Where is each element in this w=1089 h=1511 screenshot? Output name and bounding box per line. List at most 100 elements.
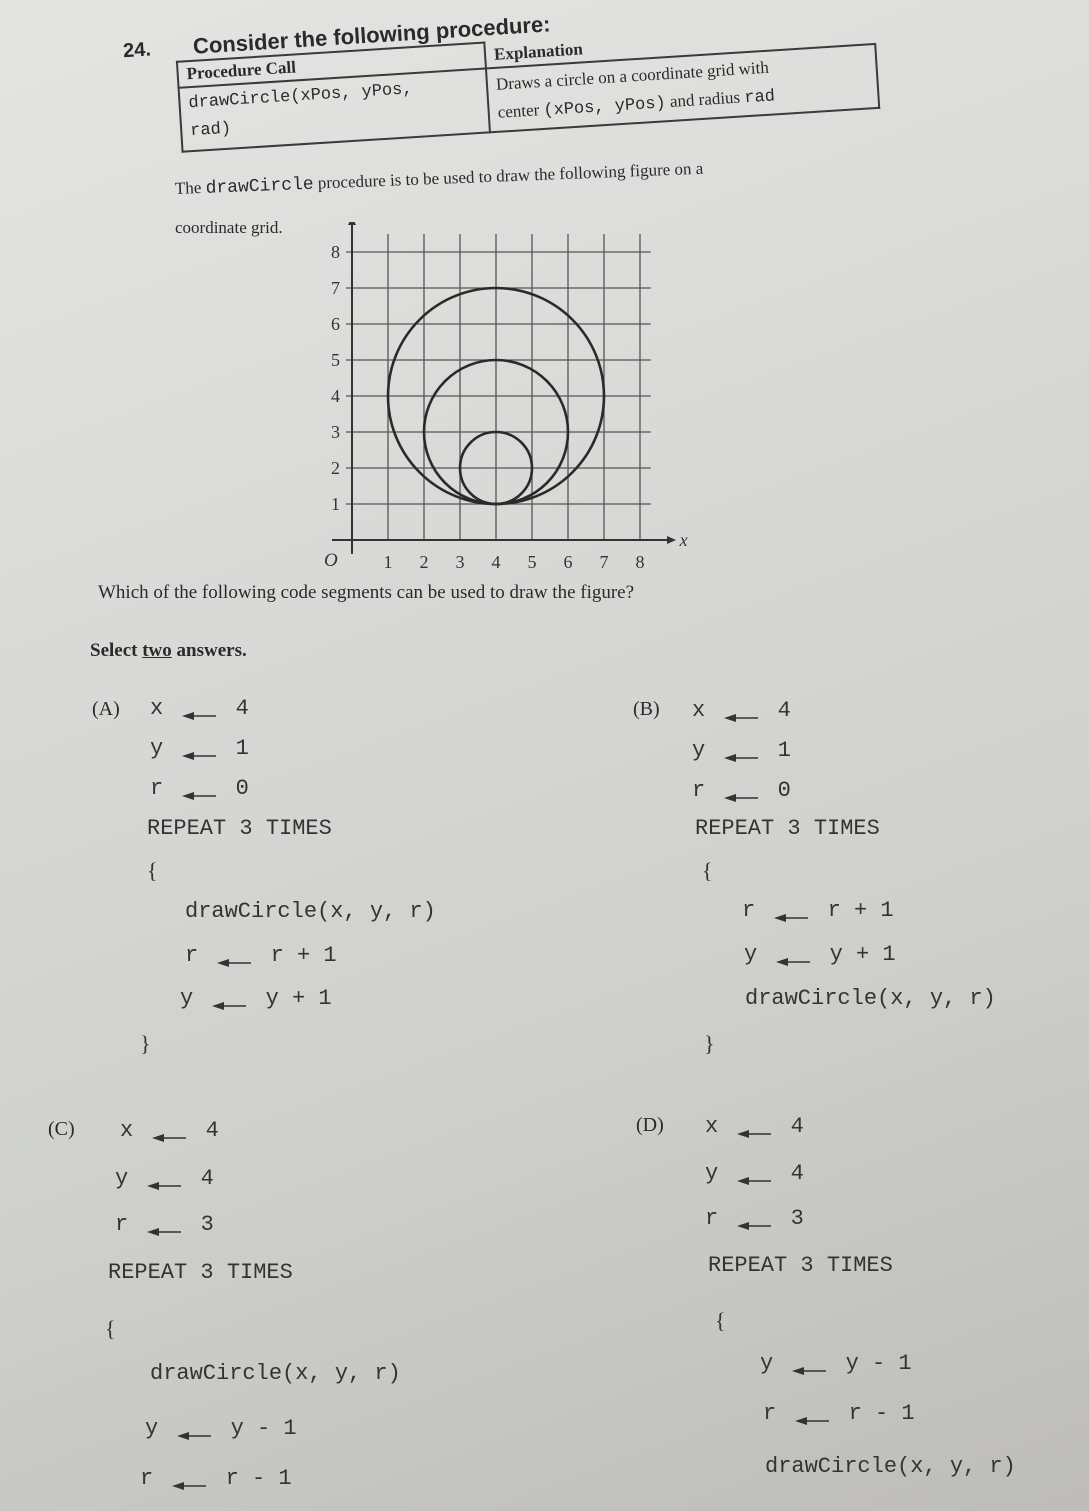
code-line: x 4 xyxy=(705,1114,804,1139)
x-tick-label: 2 xyxy=(420,552,429,572)
coordinate-grid-figure: 1234567812345678Oxy xyxy=(324,222,688,572)
x-axis-arrow-icon xyxy=(667,536,676,544)
assigned-value: 4 xyxy=(790,1161,804,1186)
code-line: REPEAT 3 TIMES xyxy=(108,1260,293,1285)
code-line: { xyxy=(105,1316,116,1341)
variable-name: y xyxy=(760,1351,774,1376)
variable-name: y xyxy=(145,1416,159,1441)
assigned-value: y - 1 xyxy=(230,1416,297,1441)
x-tick-label: 3 xyxy=(456,552,465,572)
assigned-value: 4 xyxy=(777,698,791,723)
x-tick-label: 4 xyxy=(492,552,501,572)
assigned-value: 4 xyxy=(235,696,249,721)
procedure-header: 24. Consider the following procedure: Pr… xyxy=(120,0,899,160)
assign-arrow-icon xyxy=(141,1219,187,1237)
code-line: } xyxy=(140,1031,151,1056)
assigned-value: r - 1 xyxy=(848,1401,915,1426)
intro-code: drawCircle xyxy=(205,174,315,199)
code-line: drawCircle(x, y, r) xyxy=(745,986,996,1011)
code-line: REPEAT 3 TIMES xyxy=(695,816,880,841)
assign-arrow-icon xyxy=(171,1423,217,1441)
assigned-value: r + 1 xyxy=(827,898,894,923)
y-axis-arrow-icon xyxy=(348,222,356,225)
variable-name: x xyxy=(120,1118,134,1143)
assigned-value: 3 xyxy=(790,1206,804,1231)
assign-arrow-icon xyxy=(211,950,257,968)
code-line: drawCircle(x, y, r) xyxy=(765,1454,1016,1479)
assign-arrow-icon xyxy=(786,1358,832,1376)
variable-name: x xyxy=(705,1114,719,1139)
code-line: { xyxy=(147,858,158,883)
assign-arrow-icon xyxy=(718,705,764,723)
assigned-value: 4 xyxy=(790,1114,804,1139)
variable-name: r xyxy=(150,776,164,801)
code-line: { xyxy=(702,858,713,883)
explanation-code: (xPos, yPos) xyxy=(542,94,667,121)
variable-name: r xyxy=(763,1401,777,1426)
variable-name: y xyxy=(692,738,706,763)
assign-arrow-icon xyxy=(176,703,222,721)
option-label[interactable]: (D) xyxy=(636,1114,664,1137)
explanation-text: and radius xyxy=(669,87,741,111)
question-number: 24. xyxy=(122,38,152,63)
variable-name: r xyxy=(115,1212,129,1237)
code-line: x 4 xyxy=(692,698,791,723)
select-post: answers. xyxy=(176,640,247,661)
variable-name: y xyxy=(115,1166,129,1191)
assigned-value: 1 xyxy=(777,738,791,763)
code-line: y y + 1 xyxy=(180,986,332,1011)
code-line: REPEAT 3 TIMES xyxy=(147,816,332,841)
code-line: x 4 xyxy=(120,1118,219,1143)
option-label[interactable]: (C) xyxy=(48,1118,75,1141)
variable-name: y xyxy=(150,736,164,761)
intro-pre: The xyxy=(174,177,202,198)
y-tick-label: 2 xyxy=(331,458,340,478)
assign-arrow-icon xyxy=(206,993,252,1011)
assign-arrow-icon xyxy=(176,743,222,761)
explanation-text: center xyxy=(497,100,540,122)
assigned-value: r - 1 xyxy=(225,1466,292,1491)
assigned-value: r + 1 xyxy=(270,943,337,968)
code-line: r 3 xyxy=(705,1206,804,1231)
code-line: r 3 xyxy=(115,1212,214,1237)
x-tick-label: 8 xyxy=(636,552,645,572)
y-tick-label: 3 xyxy=(331,422,340,442)
variable-name: r xyxy=(692,778,706,803)
y-tick-label: 4 xyxy=(331,386,340,406)
code-line: y 1 xyxy=(692,738,791,763)
assign-arrow-icon xyxy=(770,949,816,967)
y-tick-label: 1 xyxy=(331,494,340,514)
code-line: y 4 xyxy=(705,1161,804,1186)
assign-arrow-icon xyxy=(731,1213,777,1231)
assigned-value: 0 xyxy=(777,778,791,803)
code-line: y 1 xyxy=(150,736,249,761)
assign-arrow-icon xyxy=(141,1173,187,1191)
code-line: drawCircle(x, y, r) xyxy=(150,1361,401,1386)
option-label[interactable]: (A) xyxy=(92,698,120,721)
x-tick-label: 5 xyxy=(528,552,537,572)
code-line: r 0 xyxy=(692,778,791,803)
code-line: { xyxy=(715,1308,726,1333)
code-line: y y - 1 xyxy=(145,1416,297,1441)
select-emphasis: two xyxy=(142,640,172,661)
assigned-value: y + 1 xyxy=(829,942,896,967)
assigned-value: 4 xyxy=(200,1166,214,1191)
variable-name: x xyxy=(692,698,706,723)
code-line: r r - 1 xyxy=(763,1401,915,1426)
assign-arrow-icon xyxy=(176,783,222,801)
variable-name: y xyxy=(744,942,758,967)
assign-arrow-icon xyxy=(718,745,764,763)
option-label[interactable]: (B) xyxy=(633,698,660,721)
x-tick-label: 6 xyxy=(564,552,573,572)
x-axis-label: x xyxy=(679,530,688,550)
x-tick-label: 7 xyxy=(600,552,609,572)
code-line: x 4 xyxy=(150,696,249,721)
assign-arrow-icon xyxy=(731,1121,777,1139)
variable-name: r xyxy=(140,1466,154,1491)
variable-name: y xyxy=(705,1161,719,1186)
assigned-value: 3 xyxy=(200,1212,214,1237)
assigned-value: 4 xyxy=(205,1118,219,1143)
assign-arrow-icon xyxy=(731,1168,777,1186)
assign-arrow-icon xyxy=(146,1125,192,1143)
explanation-code: rad xyxy=(743,87,776,109)
